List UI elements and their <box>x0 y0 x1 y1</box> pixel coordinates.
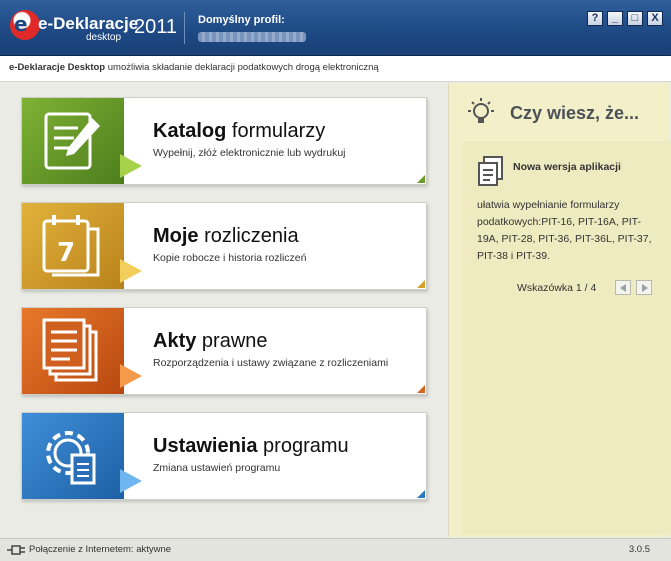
card-akty-prawne[interactable]: Akty prawne Rozporządzenia i ustawy zwią… <box>21 307 427 395</box>
tip-text: ułatwia wypełnianie formularzy podatkowy… <box>477 199 652 262</box>
card-description: Kopie robocze i historia rozliczeń <box>153 252 307 264</box>
tip-prev-button[interactable] <box>615 280 631 295</box>
card-title-bold: Akty <box>153 330 197 352</box>
card-title-rest: formularzy <box>226 120 326 142</box>
profile-name-blurred <box>198 32 306 42</box>
connection-status: Połączenie z Internetem: aktywne <box>29 544 172 555</box>
card-title-bold: Moje <box>153 225 199 247</box>
card-icon-bg: 7 <box>22 203 142 289</box>
brand-subtitle: desktop <box>86 32 122 43</box>
card-text: Akty prawne Rozporządzenia i ustawy zwią… <box>153 330 418 369</box>
tips-panel: Czy wiesz, że... Nowa wersja aplikacji u… <box>448 83 671 537</box>
legal-documents-icon <box>42 318 98 382</box>
card-description: Zmiana ustawień programu <box>153 462 281 474</box>
title-separator <box>184 12 185 44</box>
maximize-button[interactable]: □ <box>627 11 643 26</box>
card-moje-rozliczenia[interactable]: 7 Moje rozliczenia Kopie robocze i histo… <box>21 202 427 290</box>
connection-plug-icon <box>7 545 25 555</box>
card-title-rest: programu <box>257 435 349 457</box>
card-katalog-formularzy[interactable]: Katalog formularzy Wypełnij, złóż elektr… <box>21 97 427 185</box>
card-icon-bg <box>22 308 142 394</box>
tip-content: Nowa wersja aplikacji ułatwia wypełniani… <box>462 141 671 535</box>
card-description: Wypełnij, złóż elektronicznie lub wydruk… <box>153 147 346 159</box>
card-text: Ustawienia programu Zmiana ustawień prog… <box>153 435 418 474</box>
info-description: umożliwia składanie deklaracji podatkowy… <box>105 62 379 73</box>
status-bar: Połączenie z Internetem: aktywne 3.0.5 <box>0 538 671 561</box>
documents-icon <box>478 156 503 186</box>
logo-letter: e <box>14 12 28 36</box>
brand-name: e-Deklaracje <box>38 14 139 33</box>
card-corner <box>417 385 425 393</box>
card-title: Akty prawne <box>153 330 418 353</box>
card-arrow <box>120 364 142 388</box>
tip-heading: Nowa wersja aplikacji <box>513 161 621 173</box>
info-text: e-Deklaracje Desktop umożliwia składanie… <box>9 62 379 73</box>
info-app-name: e-Deklaracje Desktop <box>9 62 106 73</box>
app-version: 3.0.5 <box>628 544 650 555</box>
card-arrow <box>120 259 142 283</box>
card-title: Ustawienia programu <box>153 435 418 458</box>
minimize-button[interactable]: _ <box>607 11 623 26</box>
card-corner <box>417 280 425 288</box>
calendar-day: 7 <box>57 238 75 268</box>
tips-title: Czy wiesz, że... <box>510 103 640 123</box>
tip-counter: Wskazówka 1 / 4 <box>517 282 597 294</box>
card-title-rest: prawne <box>196 330 268 352</box>
card-title-bold: Ustawienia <box>153 435 258 457</box>
card-corner <box>417 175 425 183</box>
card-corner <box>417 490 425 498</box>
card-title: Katalog formularzy <box>153 120 418 143</box>
card-title: Moje rozliczenia <box>153 225 418 248</box>
tips-header: Czy wiesz, że... <box>449 83 671 135</box>
card-description: Rozporządzenia i ustawy związane z rozli… <box>153 357 389 369</box>
document-edit-icon <box>44 112 100 170</box>
card-icon-bg <box>22 413 142 499</box>
help-button[interactable]: ? <box>587 11 603 26</box>
profile-label: Domyślny profil: <box>198 14 285 26</box>
lightbulb-icon <box>468 98 494 123</box>
calendar-icon: 7 <box>42 215 100 277</box>
card-text: Moje rozliczenia Kopie robocze i histori… <box>153 225 418 264</box>
tip-next-button[interactable] <box>636 280 652 295</box>
title-bar: e e-Deklaracje desktop 2011 Domyślny pro… <box>0 0 671 56</box>
app-year: 2011 <box>134 16 178 38</box>
card-text: Katalog formularzy Wypełnij, złóż elektr… <box>153 120 418 159</box>
settings-gear-icon <box>46 431 96 485</box>
card-arrow <box>120 469 142 493</box>
card-arrow <box>120 154 142 178</box>
card-title-bold: Katalog <box>153 120 227 142</box>
card-ustawienia-programu[interactable]: Ustawienia programu Zmiana ustawień prog… <box>21 412 427 500</box>
card-title-rest: rozliczenia <box>198 225 299 247</box>
card-icon-bg <box>22 98 142 184</box>
info-bar: e-Deklaracje Desktop umożliwia składanie… <box>0 56 671 82</box>
close-button[interactable]: X <box>647 11 663 26</box>
